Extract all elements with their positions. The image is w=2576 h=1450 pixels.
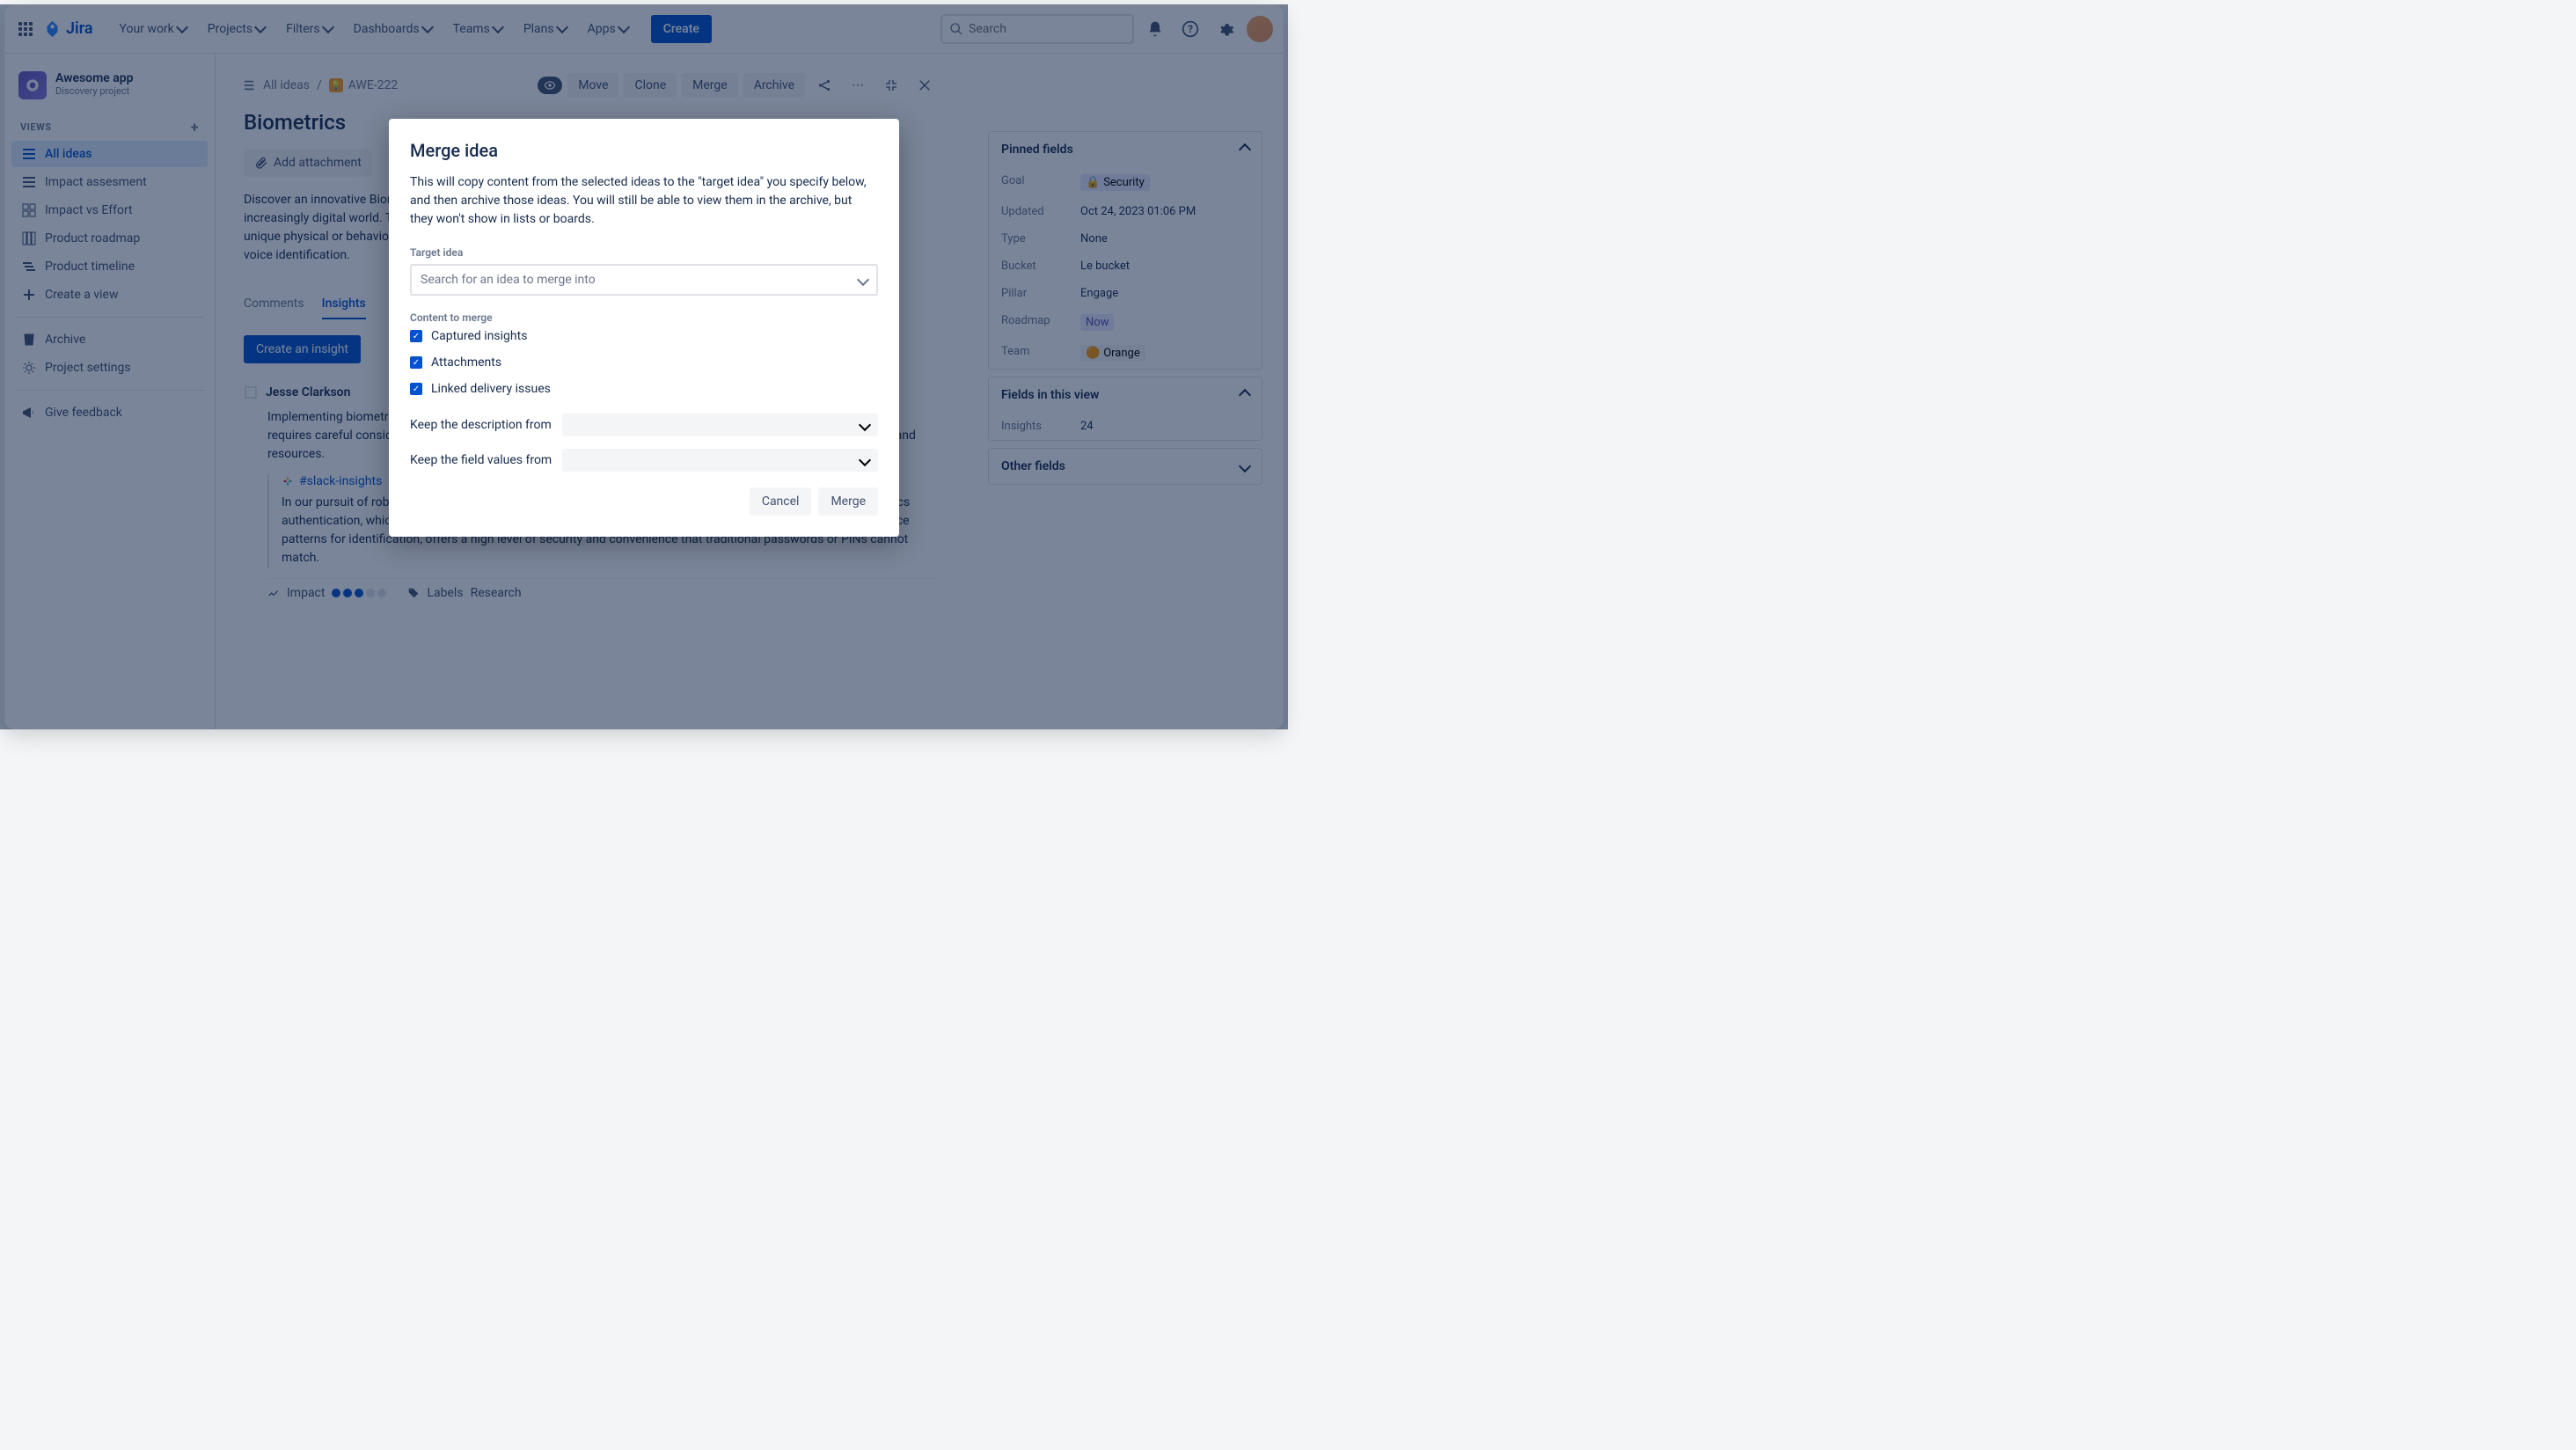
keep-fields-select[interactable] — [562, 449, 878, 472]
content-to-merge-label: Content to merge — [410, 311, 878, 324]
check-attachments[interactable]: ✓Attachments — [410, 355, 878, 370]
merge-confirm-button[interactable]: Merge — [818, 487, 878, 516]
merge-modal: Merge idea This will copy content from t… — [389, 119, 899, 537]
target-idea-label: Target idea — [410, 246, 878, 259]
check-linked-issues[interactable]: ✓Linked delivery issues — [410, 382, 878, 396]
modal-overlay[interactable]: Merge idea This will copy content from t… — [0, 4, 1288, 729]
keep-description-label: Keep the description from — [410, 418, 552, 432]
check-captured-insights[interactable]: ✓Captured insights — [410, 329, 878, 343]
modal-title: Merge idea — [410, 140, 878, 161]
cancel-button[interactable]: Cancel — [750, 487, 812, 516]
modal-description: This will copy content from the selected… — [410, 173, 878, 229]
keep-fields-label: Keep the field values from — [410, 453, 552, 467]
target-idea-select[interactable]: Search for an idea to merge into — [410, 264, 878, 296]
keep-description-select[interactable] — [562, 414, 878, 436]
